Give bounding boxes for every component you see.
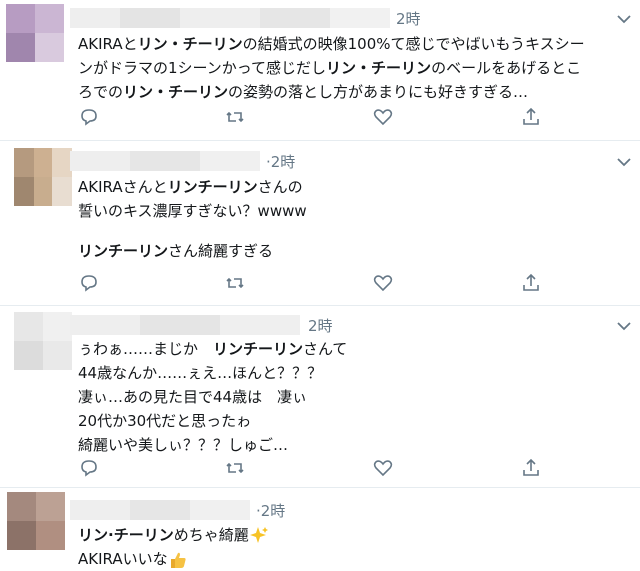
- tweet-text-line: 44歳なんか……ぇえ…ほんと？？？: [78, 361, 347, 385]
- text-run: 綺麗いや美しぃ？？？しゅご…: [78, 436, 289, 454]
- tweet-timestamp[interactable]: ·2時: [266, 151, 295, 172]
- tweet-text-line: リン·チーリンめちゃ綺麗: [78, 523, 269, 547]
- text-run: ろでの: [78, 83, 124, 101]
- text-run: 凄ぃ…あの見た目で44歳は 凄ぃ: [78, 388, 308, 406]
- text-run: さんて: [303, 340, 348, 358]
- chevron-down-icon[interactable]: [615, 10, 633, 28]
- thumbs-up-emoji: [170, 552, 186, 568]
- highlighted-keyword: リンチーリン: [213, 340, 304, 358]
- tweet-1[interactable]: 2時 AKIRAとリン・チーリンの結婚式の映像100%て感じでやばいもうキスシー…: [0, 0, 640, 141]
- tweet-text-line: AKIRAいいな: [78, 547, 269, 571]
- blurred-username[interactable]: [70, 315, 300, 335]
- tweet-2[interactable]: ·2時 AKIRAさんとリンチーリンさんの 誓いのキス濃厚すぎない？wwww リンチ…: [0, 141, 640, 306]
- text-run: さんの: [257, 178, 303, 196]
- tweet-text-line: 20代か30代だと思ったゎ: [78, 409, 347, 433]
- tweet-text: リン·チーリンめちゃ綺麗 AKIRAいいな: [78, 523, 269, 571]
- highlighted-keyword: リンチーリン: [78, 242, 169, 260]
- retweet-icon[interactable]: [224, 457, 246, 479]
- tweet-text: AKIRAさんとリンチーリンさんの 誓いのキス濃厚すぎない？wwww リンチーリンさ…: [78, 175, 307, 263]
- tweet-timestamp[interactable]: 2時: [308, 315, 333, 336]
- tweet-timestamp[interactable]: 2時: [396, 8, 421, 29]
- blurred-username[interactable]: [70, 8, 390, 28]
- tweet-actions: [0, 106, 640, 130]
- tweet-text-line: AKIRAとリン・チーリンの結婚式の映像100%て感じでやばいもうキスシー: [78, 32, 585, 56]
- blurred-username[interactable]: [70, 151, 260, 171]
- reply-icon[interactable]: [78, 272, 100, 294]
- tweet-text-line: 誓いのキス濃厚すぎない？wwww: [78, 199, 307, 223]
- text-run: さん綺麗すぎる: [168, 242, 274, 260]
- text-run: のベールをあげるとこ: [431, 59, 582, 77]
- text-run: 誓いのキス濃厚すぎない？wwww: [78, 202, 307, 220]
- tweet-3[interactable]: 2時 ぅわぁ……まじか リンチーリンさんて 44歳なんか……ぇえ…ほんと？？？ 凄ぃ…: [0, 306, 640, 488]
- retweet-icon[interactable]: [224, 272, 246, 294]
- text-run: の結婚式の映像100%て感じでやばいもうキスシー: [242, 35, 585, 53]
- tweet-text-line: ぅわぁ……まじか リンチーリンさんて: [78, 337, 347, 361]
- tweet-text: ぅわぁ……まじか リンチーリンさんて 44歳なんか……ぇえ…ほんと？？？ 凄ぃ…あの…: [78, 337, 347, 457]
- text-run: AKIRAいいな: [78, 550, 168, 568]
- tweet-text-line: 綺麗いや美しぃ？？？しゅご…: [78, 433, 347, 457]
- tweet-text-line: ンがドラマの1シーンかって感じだしリン・チーリンのベールをあげるとこ: [78, 56, 585, 80]
- avatar[interactable]: [7, 492, 65, 550]
- sparkles-emoji: [249, 526, 268, 543]
- text-run: 44歳なんか……ぇえ…ほんと？？？: [78, 364, 323, 382]
- tweet-text-line: 凄ぃ…あの見た目で44歳は 凄ぃ: [78, 385, 347, 409]
- share-icon[interactable]: [520, 272, 542, 294]
- tweet-text-line: リンチーリンさん綺麗すぎる: [78, 239, 307, 263]
- avatar[interactable]: [14, 312, 72, 370]
- text-run: AKIRAさんと: [78, 178, 168, 196]
- tweet-text-line: ろでのリン・チーリンの姿勢の落とし方があまりにも好きすぎる…: [78, 80, 585, 104]
- tweet-text: AKIRAとリン・チーリンの結婚式の映像100%て感じでやばいもうキスシー ンがド…: [78, 32, 585, 104]
- text-run: ンがドラマの1シーンかって感じだし: [78, 59, 327, 77]
- reply-icon[interactable]: [78, 106, 100, 128]
- share-icon[interactable]: [520, 106, 542, 128]
- tweet-feed: 2時 AKIRAとリン・チーリンの結婚式の映像100%て感じでやばいもうキスシー…: [0, 0, 640, 568]
- tweet-4[interactable]: ·2時 リン·チーリンめちゃ綺麗 AKIRAいいな: [0, 488, 640, 568]
- tweet-text-line: AKIRAさんとリンチーリンさんの: [78, 175, 307, 199]
- avatar[interactable]: [14, 148, 72, 206]
- blurred-username[interactable]: [70, 500, 250, 520]
- highlighted-keyword: リンチーリン: [167, 178, 258, 196]
- tweet-actions: [0, 272, 640, 296]
- chevron-down-icon[interactable]: [615, 153, 633, 171]
- tweet-actions: [0, 457, 640, 481]
- reply-icon[interactable]: [78, 457, 100, 479]
- chevron-down-icon[interactable]: [615, 317, 633, 335]
- text-run: めちゃ綺麗: [173, 526, 249, 544]
- highlighted-keyword: リン·チーリン: [78, 526, 174, 544]
- like-icon[interactable]: [372, 457, 394, 479]
- highlighted-keyword: リン・チーリン: [123, 83, 229, 101]
- like-icon[interactable]: [372, 272, 394, 294]
- highlighted-keyword: リン・チーリン: [137, 35, 243, 53]
- text-run: AKIRAと: [78, 35, 138, 53]
- highlighted-keyword: リン・チーリン: [326, 59, 432, 77]
- text-run: ぅわぁ……まじか: [78, 340, 214, 358]
- tweet-timestamp[interactable]: ·2時: [256, 500, 285, 521]
- share-icon[interactable]: [520, 457, 542, 479]
- avatar[interactable]: [6, 4, 64, 62]
- like-icon[interactable]: [372, 106, 394, 128]
- retweet-icon[interactable]: [224, 106, 246, 128]
- text-run: の姿勢の落とし方があまりにも好きすぎる…: [228, 83, 529, 101]
- text-run: 20代か30代だと思ったゎ: [78, 412, 252, 430]
